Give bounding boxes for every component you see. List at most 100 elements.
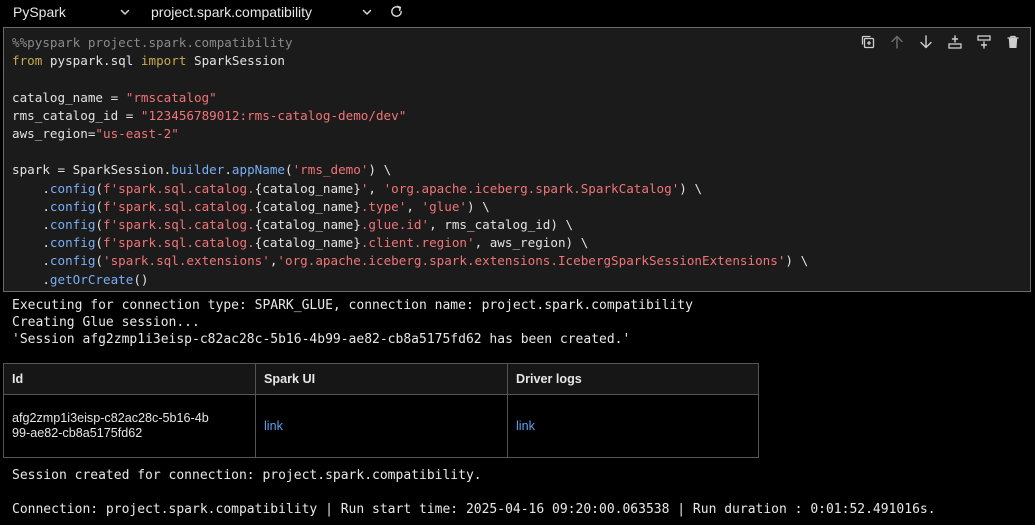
insert-cell-below-button[interactable]: [975, 33, 993, 51]
notebook-toolbar: PySpark project.spark.compatibility: [0, 0, 1035, 24]
code-token: "us-east-2": [95, 126, 179, 142]
code-token: "123456789012:rms-catalog-demo/dev": [140, 107, 407, 123]
code-token: config: [49, 198, 96, 214]
code-token: config: [49, 180, 96, 196]
session-id-cell: afg2zmp1i3eisp-c82ac28c-5b16-4b99-ae82-c…: [3, 394, 256, 458]
connection-select-value: project.spark.compatibility: [151, 4, 313, 20]
code-token: rms_catalog_id =: [12, 107, 141, 123]
duplicate-cell-icon: [861, 35, 875, 49]
code-token: from: [12, 53, 43, 69]
code-line: .config(f'spark.sql.catalog.{catalog_nam…: [12, 198, 490, 214]
code-line: spark = SparkSession.builder.appName('rm…: [12, 162, 391, 177]
code-line: %%pyspark project.spark.compatibility: [12, 35, 293, 50]
code-line: .config(f'spark.sql.catalog.{catalog_nam…: [12, 217, 573, 232]
code-token: .client.region': [360, 235, 475, 251]
refresh-icon[interactable]: [389, 4, 404, 19]
code-token: , rms_catalog_id) \: [429, 217, 574, 233]
code-token: builder: [171, 162, 225, 178]
code-token: f'spark.sql.catalog.: [103, 180, 255, 196]
move-cell-up-button[interactable]: [888, 33, 906, 51]
code-token: {catalog_name}: [254, 235, 361, 251]
code-token: (: [95, 217, 104, 233]
column-header-spark-ui: Spark UI: [255, 363, 508, 395]
driver-logs-cell: link: [507, 394, 759, 458]
insert-cell-above-button[interactable]: [946, 33, 964, 51]
code-token: .: [12, 271, 50, 287]
code-line: from pyspark.sql import SparkSession: [12, 53, 285, 68]
table-row: afg2zmp1i3eisp-c82ac28c-5b16-4b99-ae82-c…: [3, 394, 759, 458]
move-down-icon: [920, 35, 932, 49]
code-token: , aws_region) \: [474, 235, 589, 251]
chevron-down-icon: [120, 9, 130, 15]
code-token: ) \: [679, 180, 703, 196]
kernel-select[interactable]: PySpark: [13, 1, 131, 23]
code-token: (: [95, 235, 104, 251]
code-line: .config(f'spark.sql.catalog.{catalog_nam…: [12, 181, 702, 196]
driver-logs-link[interactable]: link: [516, 419, 535, 433]
code-token: %%pyspark project.spark.compatibility: [12, 35, 293, 50]
code-token: f'spark.sql.catalog.: [103, 198, 255, 214]
output-line: Executing for connection type: SPARK_GLU…: [12, 298, 693, 313]
code-token: .: [12, 253, 50, 269]
insert-above-icon: [948, 35, 962, 49]
session-created-line: Session created for connection: project.…: [12, 468, 482, 483]
code-token: .: [224, 162, 232, 178]
code-token: ) \: [785, 253, 809, 269]
execution-output: Executing for connection type: SPARK_GLU…: [12, 297, 693, 349]
move-cell-down-button[interactable]: [917, 33, 935, 51]
code-token: getOrCreate: [49, 271, 134, 287]
code-cell[interactable]: %%pyspark project.spark.compatibility fr…: [3, 27, 1031, 292]
session-table: Id Spark UI Driver logs afg2zmp1i3eisp-c…: [3, 363, 759, 458]
code-token: .: [12, 180, 50, 196]
code-line: rms_catalog_id = "123456789012:rms-catal…: [12, 108, 406, 123]
session-output: Session created for connection: project.…: [12, 467, 936, 518]
code-token: (): [133, 271, 149, 287]
code-token: config: [49, 253, 96, 269]
code-token: config: [49, 217, 96, 233]
code-token: (: [95, 253, 104, 269]
code-token: .: [12, 235, 50, 251]
kernel-select-value: PySpark: [13, 4, 66, 20]
column-header-id: Id: [3, 363, 256, 395]
code-token: 'org.apache.iceberg.spark.SparkCatalog': [383, 180, 680, 196]
code-token: f'spark.sql.catalog.: [103, 235, 255, 251]
code-token: f'spark.sql.catalog.: [103, 217, 255, 233]
table-header-row: Id Spark UI Driver logs: [3, 363, 759, 395]
code-editor[interactable]: %%pyspark project.spark.compatibility fr…: [12, 34, 808, 289]
code-token: appName: [231, 162, 285, 178]
code-token: pyspark.sql: [42, 53, 141, 69]
delete-icon: [1007, 35, 1019, 48]
code-token: 'glue': [421, 198, 468, 214]
code-token: config: [49, 235, 96, 251]
code-token: .: [12, 198, 50, 214]
code-token: spark = SparkSession.: [12, 162, 172, 178]
code-token: .glue.id': [360, 217, 430, 233]
code-token: "rmscatalog": [125, 89, 217, 105]
chevron-down-icon: [362, 9, 372, 15]
spark-ui-link[interactable]: link: [264, 419, 283, 433]
duplicate-cell-button[interactable]: [859, 33, 877, 51]
code-token: ,: [406, 198, 422, 214]
code-token: {catalog_name}: [254, 180, 361, 196]
code-token: 'org.apache.iceberg.spark.extensions.Ice…: [277, 253, 786, 269]
code-line: .getOrCreate(): [12, 271, 149, 287]
code-line: .config(f'spark.sql.catalog.{catalog_nam…: [12, 235, 588, 250]
output-line: 'Session afg2zmp1i3eisp-c82ac28c-5b16-4b…: [12, 332, 631, 348]
code-line: .config('spark.sql.extensions','org.apac…: [12, 253, 808, 268]
code-token: catalog_name =: [12, 89, 126, 105]
code-token: {catalog_name}: [254, 198, 361, 214]
code-token: import: [140, 53, 187, 69]
session-id: afg2zmp1i3eisp-c82ac28c-5b16-4b99-ae82-c…: [12, 410, 209, 441]
move-up-icon: [891, 35, 903, 49]
code-token: SparkSession: [186, 53, 285, 69]
output-line: Creating Glue session...: [12, 315, 200, 331]
code-token: 'rms_demo': [292, 162, 369, 178]
code-token: (: [284, 162, 293, 178]
code-token: .: [12, 217, 50, 233]
spark-ui-cell: link: [255, 394, 508, 458]
code-token: ) \: [368, 162, 392, 178]
code-token: ) \: [467, 198, 490, 214]
code-token: (: [95, 180, 104, 196]
connection-select[interactable]: project.spark.compatibility: [151, 1, 373, 23]
delete-cell-button[interactable]: [1004, 33, 1022, 51]
